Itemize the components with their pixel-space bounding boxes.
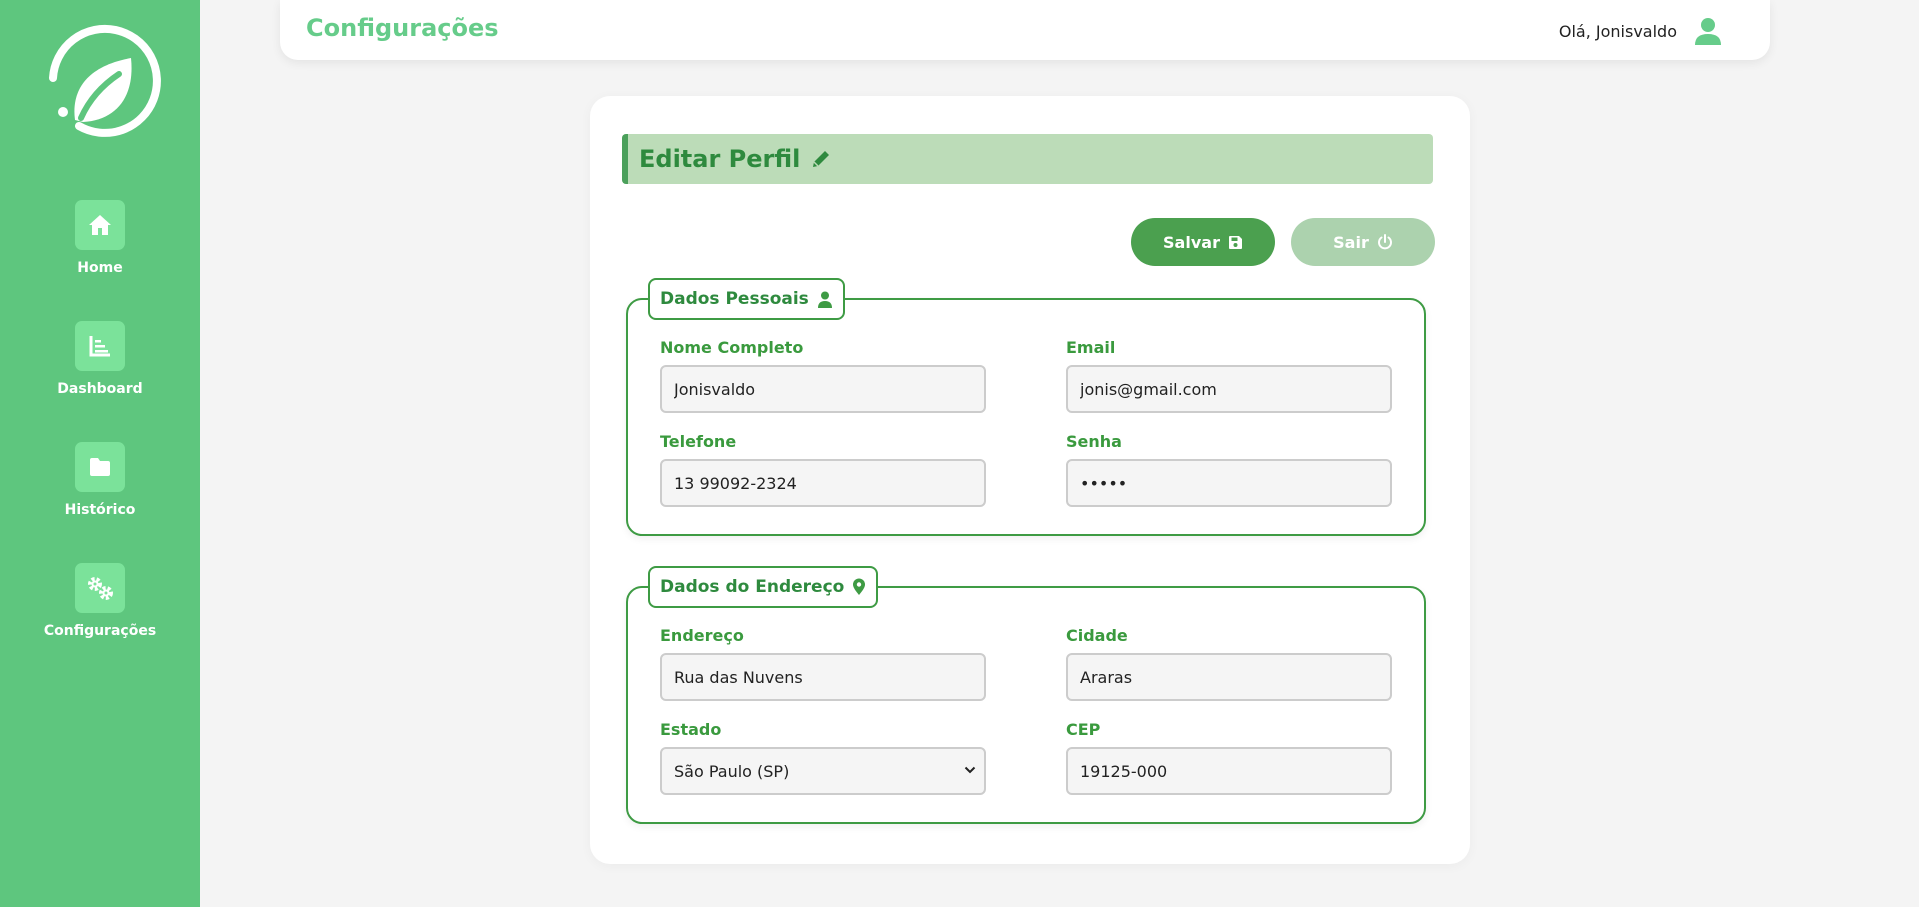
- cep-input[interactable]: [1066, 747, 1392, 795]
- city-label: Cidade: [1066, 626, 1128, 645]
- sidebar-item-dashboard[interactable]: Dashboard: [0, 321, 200, 397]
- home-icon: [75, 200, 125, 250]
- save-button-label: Salvar: [1163, 232, 1220, 252]
- email-label: Email: [1066, 338, 1116, 357]
- map-pin-icon: [853, 578, 866, 595]
- exit-button[interactable]: Sair: [1291, 218, 1435, 266]
- user-icon: [817, 291, 832, 308]
- sidebar-item-historico[interactable]: Histórico: [0, 442, 200, 518]
- edit-profile-card: Editar Perfil Salvar Sair Dados Pessoais: [590, 96, 1470, 864]
- leaf-logo[interactable]: [35, 18, 165, 143]
- address-data-legend-label: Dados do Endereço: [660, 577, 845, 597]
- folder-icon: [75, 442, 125, 492]
- personal-data-legend: Dados Pessoais: [648, 278, 845, 320]
- gears-icon: [75, 563, 125, 613]
- user-greeting: Olá, Jonisvaldo: [1558, 22, 1677, 41]
- cep-label: CEP: [1066, 720, 1101, 739]
- save-button[interactable]: Salvar: [1131, 218, 1275, 266]
- personal-data-fieldset: Dados Pessoais Nome Completo Email Telef…: [626, 278, 1426, 536]
- exit-button-label: Sair: [1333, 232, 1369, 252]
- city-input[interactable]: [1066, 653, 1392, 701]
- top-header: Configurações Olá, Jonisvaldo: [280, 0, 1770, 60]
- password-label: Senha: [1066, 432, 1122, 451]
- email-input[interactable]: [1066, 365, 1392, 413]
- sidebar-item-home[interactable]: Home: [0, 200, 200, 276]
- edit-profile-header: Editar Perfil: [622, 134, 1433, 184]
- password-input[interactable]: [1066, 459, 1392, 507]
- user-icon[interactable]: [1694, 17, 1722, 45]
- state-select[interactable]: São Paulo (SP): [660, 747, 986, 795]
- state-select-wrapper: São Paulo (SP): [660, 747, 986, 795]
- address-data-fieldset: Dados do Endereço Endereço Cidade Estado…: [626, 566, 1426, 824]
- sidebar-item-label: Dashboard: [57, 381, 143, 397]
- edit-profile-title: Editar Perfil: [639, 145, 801, 173]
- phone-input[interactable]: [660, 459, 986, 507]
- power-icon: [1377, 234, 1392, 250]
- sidebar: Home Dashboard Histórico Configurações: [0, 0, 200, 907]
- pencil-icon: [813, 151, 830, 167]
- sidebar-item-label: Configurações: [43, 623, 157, 639]
- page-title: Configurações: [306, 14, 499, 42]
- floppy-disk-icon: [1228, 235, 1242, 249]
- state-label: Estado: [660, 720, 722, 739]
- address-input[interactable]: [660, 653, 986, 701]
- personal-data-legend-label: Dados Pessoais: [660, 289, 809, 309]
- sidebar-item-label: Home: [77, 260, 123, 276]
- phone-label: Telefone: [660, 432, 737, 451]
- sidebar-item-label: Histórico: [64, 502, 136, 518]
- chart-icon: [75, 321, 125, 371]
- full-name-input[interactable]: [660, 365, 986, 413]
- sidebar-item-configuracoes[interactable]: Configurações: [0, 563, 200, 639]
- address-data-legend: Dados do Endereço: [648, 566, 879, 608]
- address-label: Endereço: [660, 626, 744, 645]
- full-name-label: Nome Completo: [660, 338, 804, 357]
